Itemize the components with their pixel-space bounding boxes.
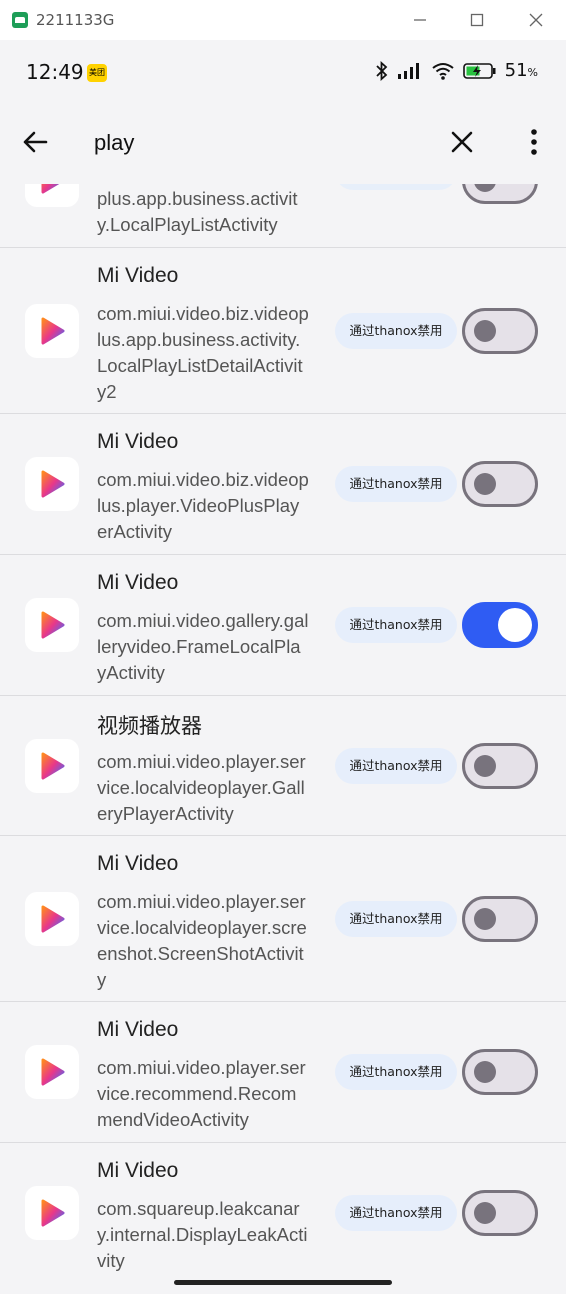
status-bar: 12:49 美团 51% (0, 40, 566, 106)
component-name: com.miui.video.player.service.localvideo… (97, 891, 307, 990)
list-item[interactable]: plus.app.business.activity.LocalPlayList… (0, 184, 566, 248)
activity-toggle[interactable] (462, 1049, 538, 1095)
wifi-icon (431, 62, 455, 80)
mi-video-app-icon (25, 304, 79, 358)
android-app-icon (12, 12, 28, 28)
activity-list: plus.app.business.activity.LocalPlayList… (0, 184, 566, 1272)
window-title-bar: 2211133G (0, 0, 566, 40)
list-item[interactable]: Mi Video com.miui.video.biz.videoplus.ap… (0, 248, 566, 414)
list-item[interactable]: Mi Video com.miui.video.biz.videoplus.pl… (0, 414, 566, 555)
component-name: plus.app.business.activity.LocalPlayList… (97, 188, 298, 235)
component-name: com.miui.video.player.service.localvideo… (97, 751, 306, 824)
thanox-disable-chip: 通过thanox禁用 (335, 1054, 457, 1090)
clear-search-icon[interactable] (446, 126, 478, 158)
search-input[interactable] (94, 124, 424, 162)
list-item[interactable]: Mi Video com.miui.video.player.service.r… (0, 1002, 566, 1143)
status-time: 12:49 (26, 60, 84, 84)
window-title: 2211133G (36, 11, 115, 29)
app-name: Mi Video (97, 1159, 179, 1182)
mi-video-app-icon (25, 598, 79, 652)
activity-toggle[interactable] (462, 184, 538, 204)
thanox-disable-chip (335, 184, 457, 190)
activity-toggle[interactable] (462, 461, 538, 507)
activity-toggle[interactable] (462, 308, 538, 354)
mi-video-app-icon (25, 1045, 79, 1099)
home-gesture-handle[interactable] (174, 1280, 392, 1285)
list-item[interactable]: 视频播放器 com.miui.video.player.service.loca… (0, 696, 566, 836)
component-name: com.squareup.leakcanary.internal.Display… (97, 1198, 308, 1271)
mi-video-app-icon (25, 184, 79, 207)
list-item[interactable]: Mi Video com.miui.video.gallery.galleryv… (0, 555, 566, 696)
signal-icon (397, 62, 423, 80)
component-name: com.miui.video.player.service.recommend.… (97, 1057, 306, 1130)
meituan-notification-icon: 美团 (87, 64, 107, 82)
mi-video-app-icon (25, 457, 79, 511)
maximize-icon[interactable] (465, 8, 489, 32)
activity-toggle[interactable] (462, 743, 538, 789)
gesture-nav-bar (0, 1272, 566, 1294)
app-name: Mi Video (97, 571, 179, 594)
app-name: Mi Video (97, 430, 179, 453)
minimize-icon[interactable] (408, 8, 432, 32)
battery-percentage: 51% (504, 60, 538, 81)
thanox-disable-chip: 通过thanox禁用 (335, 748, 457, 784)
list-item[interactable]: Mi Video com.miui.video.player.service.l… (0, 836, 566, 1002)
search-bar (0, 106, 566, 184)
thanox-disable-chip: 通过thanox禁用 (335, 1195, 457, 1231)
thanox-disable-chip: 通过thanox禁用 (335, 901, 457, 937)
app-name: Mi Video (97, 852, 179, 875)
more-options-icon[interactable] (520, 126, 548, 158)
video-player-app-icon (25, 739, 79, 793)
app-name: Mi Video (97, 264, 179, 287)
component-name: com.miui.video.biz.videoplus.app.busines… (97, 303, 309, 402)
bluetooth-icon (375, 60, 389, 81)
component-name: com.miui.video.biz.videoplus.player.Vide… (97, 469, 309, 542)
mi-video-app-icon (25, 1186, 79, 1240)
close-window-icon[interactable] (524, 8, 548, 32)
back-arrow-icon[interactable] (20, 126, 52, 158)
activity-toggle[interactable] (462, 602, 538, 648)
app-name: 视频播放器 (97, 715, 202, 738)
thanox-disable-chip: 通过thanox禁用 (335, 607, 457, 643)
battery-charging-icon (462, 62, 497, 80)
mi-video-app-icon (25, 892, 79, 946)
activity-toggle[interactable] (462, 1190, 538, 1236)
thanox-disable-chip: 通过thanox禁用 (335, 466, 457, 502)
thanox-disable-chip: 通过thanox禁用 (335, 313, 457, 349)
component-name: com.miui.video.gallery.galleryvideo.Fram… (97, 610, 309, 683)
activity-toggle[interactable] (462, 896, 538, 942)
app-name: Mi Video (97, 1018, 179, 1041)
list-item[interactable]: Mi Video com.squareup.leakcanary.interna… (0, 1143, 566, 1272)
